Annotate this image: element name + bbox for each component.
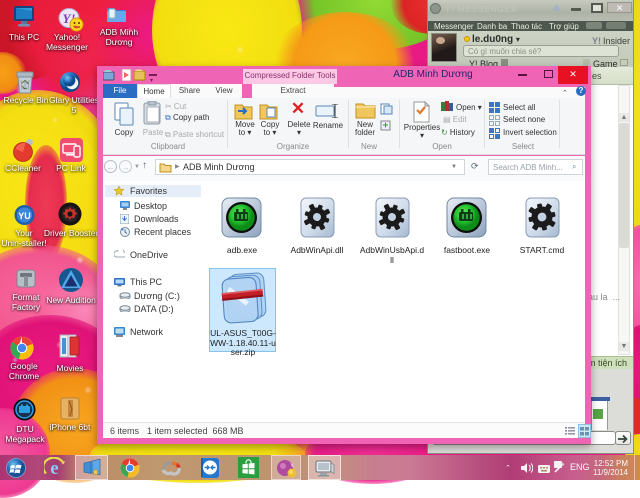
svg-text:YU: YU bbox=[18, 211, 31, 221]
svg-text:e: e bbox=[50, 458, 58, 478]
